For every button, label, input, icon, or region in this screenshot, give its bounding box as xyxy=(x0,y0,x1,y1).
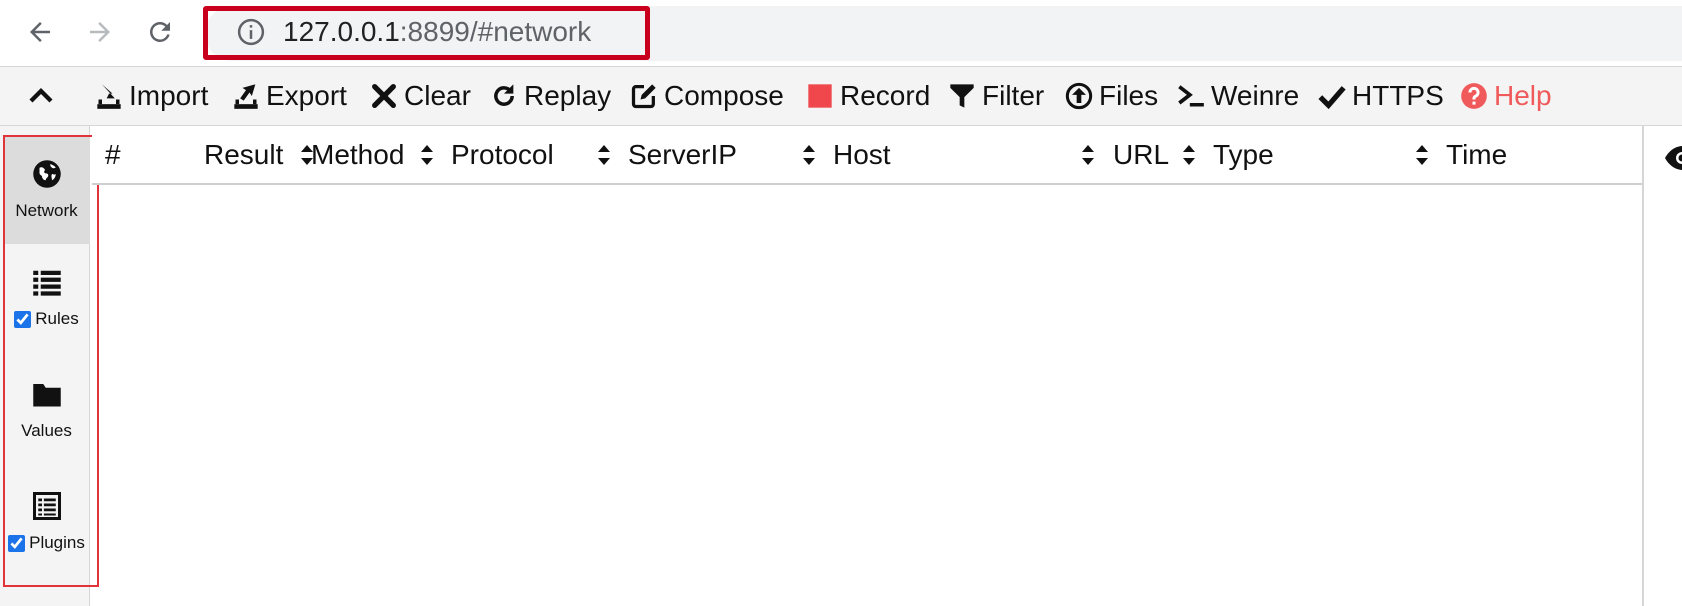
sort-icon[interactable] xyxy=(420,143,434,167)
sort-icon[interactable] xyxy=(1081,143,1095,167)
globe-icon xyxy=(32,160,61,188)
sidebar-label-values: Values xyxy=(21,421,72,440)
check-icon xyxy=(1318,86,1346,110)
column-header-url[interactable]: URL xyxy=(1113,126,1169,183)
column-header-serverip[interactable]: ServerIP xyxy=(628,126,737,183)
sidebar-item-rules[interactable]: Rules xyxy=(3,244,90,352)
table-header: # Result Method Protocol ServerIP Host U… xyxy=(92,126,1642,185)
record-button[interactable]: Record xyxy=(806,67,930,125)
back-arrow-icon xyxy=(30,22,50,42)
reload-button[interactable] xyxy=(140,12,180,52)
replay-label: Replay xyxy=(524,80,612,111)
sidebar-item-network[interactable]: Network xyxy=(3,136,90,244)
url-highlight-box xyxy=(203,6,650,60)
weinre-button[interactable]: Weinre xyxy=(1177,67,1299,125)
sidebar-label-network: Network xyxy=(15,201,78,220)
forward-arrow-icon xyxy=(90,22,110,42)
help-label: Help xyxy=(1494,80,1552,111)
compose-label: Compose xyxy=(664,80,784,111)
weinre-label: Weinre xyxy=(1211,80,1300,111)
back-button[interactable] xyxy=(20,12,60,52)
sort-icon[interactable] xyxy=(1182,143,1196,167)
collapse-button[interactable] xyxy=(26,67,56,125)
list-icon xyxy=(32,270,61,296)
clear-icon xyxy=(372,84,396,108)
folder-icon xyxy=(32,384,61,407)
export-icon xyxy=(234,84,258,109)
forward-button[interactable] xyxy=(80,12,120,52)
sidebar-item-plugins[interactable]: Plugins xyxy=(3,468,90,576)
column-header-index[interactable]: # xyxy=(105,126,121,183)
toolbar: Import Export Clear Replay Compose Recor… xyxy=(0,66,1682,126)
column-header-method[interactable]: Method xyxy=(311,126,404,183)
files-label: Files xyxy=(1099,80,1159,111)
clear-label: Clear xyxy=(404,80,471,111)
column-header-type[interactable]: Type xyxy=(1213,126,1274,183)
import-icon xyxy=(97,84,121,109)
help-icon xyxy=(1461,83,1487,109)
column-header-result[interactable]: Result xyxy=(204,126,283,183)
eye-icon[interactable] xyxy=(1663,143,1682,173)
export-label: Export xyxy=(266,80,347,111)
https-label: HTTPS xyxy=(1352,80,1444,111)
sort-icon[interactable] xyxy=(1415,143,1429,167)
help-button[interactable]: Help xyxy=(1460,67,1552,125)
files-button[interactable]: Files xyxy=(1065,67,1158,125)
import-button[interactable]: Import xyxy=(95,67,208,125)
files-icon xyxy=(1065,82,1093,110)
record-label: Record xyxy=(840,80,931,111)
plugins-checkbox[interactable] xyxy=(8,534,26,552)
column-header-protocol[interactable]: Protocol xyxy=(451,126,554,183)
record-icon xyxy=(808,84,832,108)
sidebar-label-rules: Rules xyxy=(35,309,79,328)
sort-icon[interactable] xyxy=(802,143,816,167)
detail-pane xyxy=(1644,126,1682,606)
export-button[interactable]: Export xyxy=(232,67,347,125)
replay-icon xyxy=(494,84,514,106)
plugins-icon xyxy=(32,492,61,520)
terminal-icon xyxy=(1178,85,1204,107)
rules-checkbox[interactable] xyxy=(14,310,32,328)
sidebar-label-plugins: Plugins xyxy=(29,533,85,552)
network-table: # Result Method Protocol ServerIP Host U… xyxy=(92,126,1644,606)
replay-button[interactable]: Replay xyxy=(490,67,611,125)
reload-icon xyxy=(150,21,170,42)
https-button[interactable]: HTTPS xyxy=(1318,67,1444,125)
browser-chrome: 127.0.0.1:8899/#network xyxy=(0,0,1682,64)
import-label: Import xyxy=(129,80,209,111)
compose-icon xyxy=(631,84,656,109)
filter-button[interactable]: Filter xyxy=(948,67,1044,125)
column-header-time[interactable]: Time xyxy=(1446,126,1507,183)
filter-icon xyxy=(950,84,974,108)
chevron-up-icon xyxy=(29,87,53,103)
clear-button[interactable]: Clear xyxy=(370,67,471,125)
filter-label: Filter xyxy=(982,80,1045,111)
sort-icon[interactable] xyxy=(597,143,611,167)
column-header-host[interactable]: Host xyxy=(833,126,891,183)
compose-button[interactable]: Compose xyxy=(630,67,784,125)
sidebar-item-values[interactable]: Values xyxy=(3,356,90,464)
